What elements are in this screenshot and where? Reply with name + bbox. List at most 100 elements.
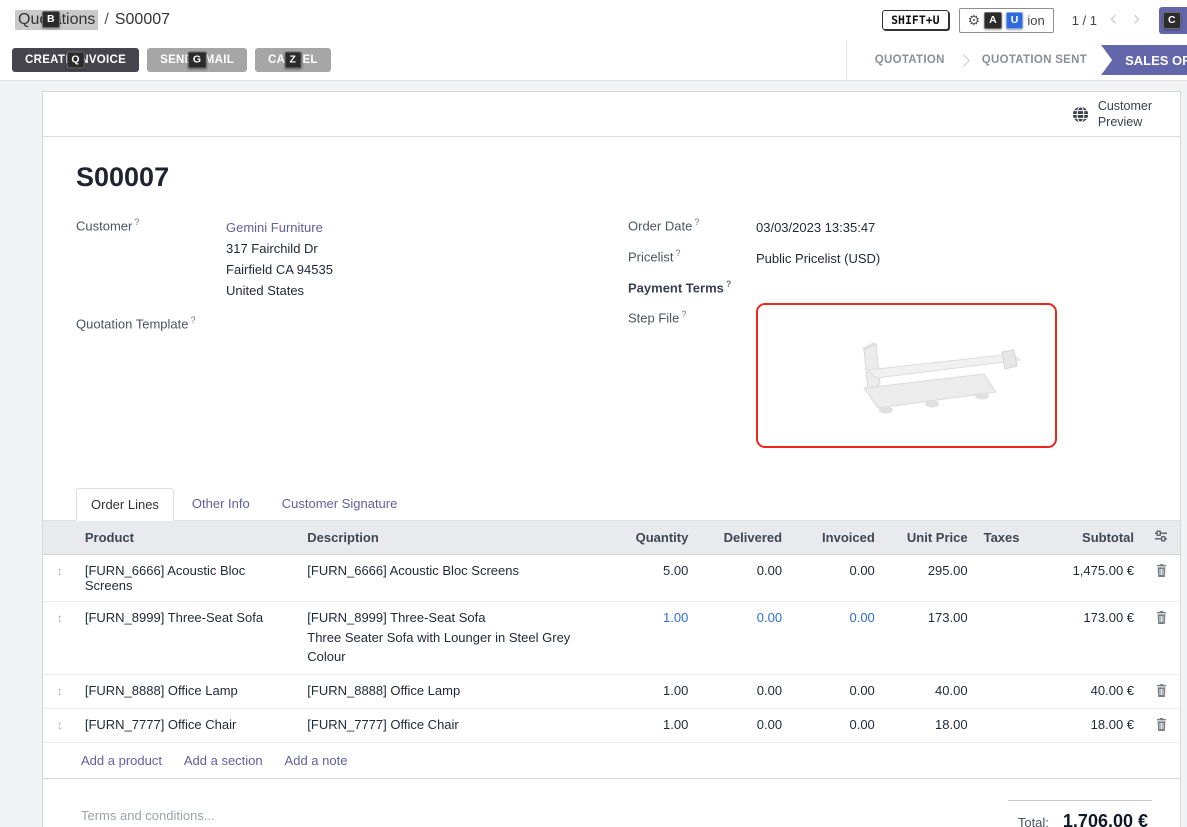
cell-unit-price[interactable]: 18.00 (883, 709, 976, 743)
order-line-row[interactable]: ↕ [FURN_6666] Acoustic Bloc Screens [FUR… (43, 555, 1180, 602)
trash-icon (1156, 564, 1167, 577)
cell-delivered[interactable]: 0.00 (696, 709, 790, 743)
drag-handle-icon[interactable]: ↕ (43, 602, 77, 675)
drag-handle-icon[interactable]: ↕ (43, 709, 77, 743)
order-line-row[interactable]: ↕ [FURN_7777] Office Chair [FURN_7777] O… (43, 709, 1180, 743)
payment-terms-label: Payment Terms? (628, 279, 756, 295)
help-icon: ? (191, 315, 196, 325)
quotation-template-value[interactable] (226, 315, 628, 331)
terms-and-conditions-input[interactable]: Terms and conditions... (81, 800, 215, 823)
cell-unit-price[interactable]: 295.00 (883, 555, 976, 602)
customer-name-link[interactable]: Gemini Furniture (226, 217, 628, 238)
cell-invoiced[interactable]: 0.00 (790, 675, 883, 709)
cell-taxes[interactable] (976, 675, 1028, 709)
breadcrumb-separator: / (104, 11, 108, 29)
help-icon: ? (676, 248, 681, 258)
help-icon: ? (681, 309, 686, 319)
cell-delivered[interactable]: 0.00 (696, 675, 790, 709)
drag-handle-icon[interactable]: ↕ (43, 675, 77, 709)
header-delivered: Delivered (696, 521, 790, 555)
cell-product[interactable]: [FURN_7777] Office Chair (77, 709, 299, 743)
delete-row-button[interactable] (1142, 675, 1180, 709)
cell-quantity[interactable]: 1.00 (605, 675, 697, 709)
breadcrumb-quotations-link[interactable]: Quotations B (15, 10, 98, 30)
tab-order-lines[interactable]: Order Lines (76, 488, 174, 521)
header-product: Product (77, 521, 299, 555)
cell-description[interactable]: [FURN_6666] Acoustic Bloc Screens (299, 555, 604, 602)
statusbar: QUOTATION QUOTATION SENT SALES ORDER (846, 40, 1187, 80)
status-step-quotation-sent[interactable]: QUOTATION SENT (968, 54, 1101, 66)
field-quotation-template: Quotation Template? (76, 315, 628, 331)
cell-description[interactable]: [FURN_8888] Office Lamp (299, 675, 604, 709)
tab-other-info[interactable]: Other Info (178, 488, 264, 520)
description-line: [FURN_6666] Acoustic Bloc Screens (307, 563, 596, 578)
cell-invoiced[interactable]: 0.00 (790, 555, 883, 602)
pricelist-value[interactable]: Public Pricelist (USD) (756, 248, 1152, 269)
pager-next-icon[interactable]: › (1130, 8, 1143, 29)
step-file-3d-render-icon (834, 326, 1044, 426)
breadcrumb-current: S00007 (115, 11, 170, 29)
add-note-link[interactable]: Add a note (285, 753, 348, 768)
delete-row-button[interactable] (1142, 709, 1180, 743)
optional-columns-button[interactable] (1142, 521, 1180, 555)
tab-customer-signature[interactable]: Customer Signature (268, 488, 412, 520)
cell-unit-price[interactable]: 40.00 (883, 675, 976, 709)
table-footer-links-row: Add a product Add a section Add a note (43, 743, 1180, 779)
customer-preview-link[interactable]: Customer Preview (1072, 98, 1152, 131)
status-step-sales-order[interactable]: SALES ORDER (1101, 45, 1187, 75)
cell-product[interactable]: [FURN_8999] Three-Seat Sofa (77, 602, 299, 675)
cell-taxes[interactable] (976, 602, 1028, 675)
statusbar-buttons-row: CREATE INVOICE Q SEND EMAIL G CANCEL Z Q… (0, 40, 1187, 81)
description-note: Three Seater Sofa with Lounger in Steel … (307, 628, 596, 666)
delete-row-button[interactable] (1142, 555, 1180, 602)
cell-delivered[interactable]: 0.00 (696, 602, 790, 675)
drag-handle-icon[interactable]: ↕ (43, 555, 77, 602)
order-date-value[interactable]: 03/03/2023 13:35:47 (756, 217, 1152, 238)
cell-subtotal: 1,475.00 € (1028, 555, 1143, 602)
cancel-button[interactable]: CANCEL Z (255, 48, 331, 72)
payment-terms-value[interactable] (756, 279, 1152, 295)
cell-quantity[interactable]: 1.00 (605, 602, 697, 675)
cell-invoiced[interactable]: 0.00 (790, 709, 883, 743)
cell-taxes[interactable] (976, 555, 1028, 602)
action-menu-button[interactable]: ⚙ A U ion (959, 8, 1054, 33)
add-product-link[interactable]: Add a product (81, 753, 162, 768)
sheet-top-row: Customer Preview (43, 92, 1180, 137)
cell-description[interactable]: [FURN_7777] Office Chair (299, 709, 604, 743)
payment-terms-label-text: Payment Terms (628, 280, 724, 295)
help-icon: ? (134, 217, 139, 227)
cell-product[interactable]: [FURN_8888] Office Lamp (77, 675, 299, 709)
pager-previous-icon[interactable]: ‹ (1107, 8, 1120, 29)
field-grid: Customer? Gemini Furniture 317 Fairchild… (43, 217, 1180, 458)
customer-label: Customer? (76, 217, 226, 301)
cell-subtotal: 18.00 € (1028, 709, 1143, 743)
field-step-file: Step File? (628, 309, 1152, 448)
kbd-hint-action-a: A (984, 12, 1002, 29)
control-panel: Quotations B / S00007 SHIFT+U ⚙ A U ion … (0, 0, 1187, 40)
cell-product[interactable]: [FURN_6666] Acoustic Bloc Screens (77, 555, 299, 602)
add-section-link[interactable]: Add a section (184, 753, 263, 768)
cell-delivered[interactable]: 0.00 (696, 555, 790, 602)
customer-value: Gemini Furniture 317 Fairchild Dr Fairfi… (226, 217, 628, 301)
control-panel-right: SHIFT+U ⚙ A U ion 1 / 1 ‹ › C (882, 7, 1187, 34)
breadcrumb: Quotations B / S00007 (15, 10, 170, 30)
cell-description[interactable]: [FURN_8999] Three-Seat Sofa Three Seater… (299, 602, 604, 675)
step-file-image[interactable] (756, 303, 1057, 448)
globe-icon (1072, 106, 1089, 123)
cell-unit-price[interactable]: 173.00 (883, 602, 976, 675)
order-line-row[interactable]: ↕ [FURN_8888] Office Lamp [FURN_8888] Of… (43, 675, 1180, 709)
send-email-button[interactable]: SEND EMAIL G (147, 48, 247, 72)
form-view-content: Customer Preview S00007 Customer? Gemini… (0, 81, 1187, 827)
kbd-hint-cancel: Z (285, 52, 302, 69)
status-step-quotation[interactable]: QUOTATION (861, 54, 959, 66)
delete-row-button[interactable] (1142, 602, 1180, 675)
kbd-hint-breadcrumb: B (42, 11, 60, 28)
totals: Total: 1,706.00 € (1008, 800, 1152, 827)
cell-quantity[interactable]: 5.00 (605, 555, 697, 602)
new-button[interactable]: C (1159, 7, 1187, 34)
cell-invoiced[interactable]: 0.00 (790, 602, 883, 675)
cell-taxes[interactable] (976, 709, 1028, 743)
order-line-row[interactable]: ↕ [FURN_8999] Three-Seat Sofa [FURN_8999… (43, 602, 1180, 675)
create-invoice-button[interactable]: CREATE INVOICE Q (12, 48, 139, 72)
cell-quantity[interactable]: 1.00 (605, 709, 697, 743)
